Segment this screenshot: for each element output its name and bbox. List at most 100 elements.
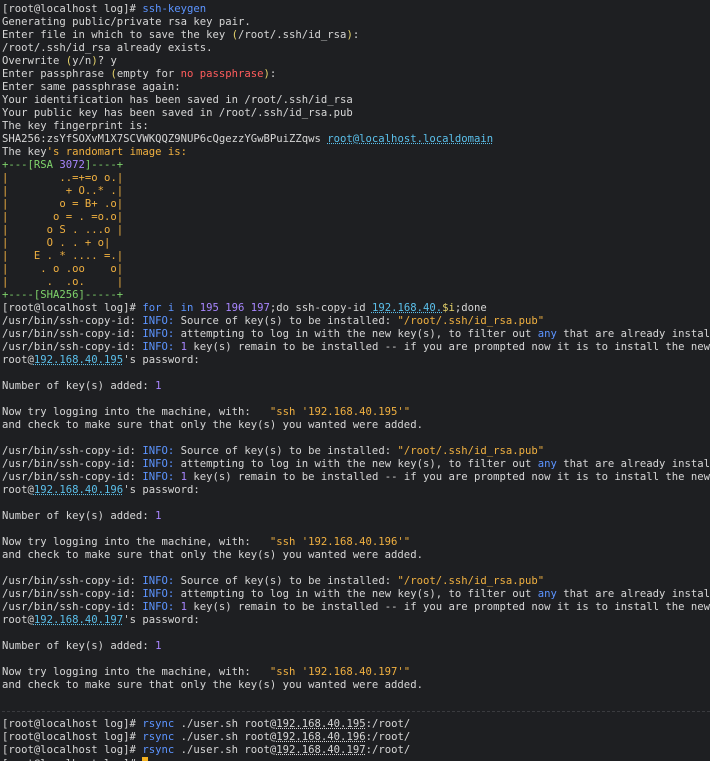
line-segment: that are already installed bbox=[563, 588, 710, 600]
line-segment: Now try logging into the machine, with: bbox=[2, 406, 270, 418]
terminal-line: and check to make sure that only the key… bbox=[2, 419, 710, 432]
line-segment: The key fingerprint is: bbox=[2, 120, 149, 132]
terminal-line: /usr/bin/ssh-copy-id: INFO: 1 key(s) rem… bbox=[2, 341, 710, 354]
line-segment: Your public key has been saved in /root/… bbox=[2, 107, 353, 119]
line-segment: "/root/.ssh/id_rsa.pub" bbox=[397, 575, 545, 587]
terminal-line: Your identification has been saved in /r… bbox=[2, 94, 710, 107]
terminal-line: The key's randomart image is: bbox=[2, 146, 710, 159]
terminal-line: Number of key(s) added: 1 bbox=[2, 640, 710, 653]
terminal-line: /usr/bin/ssh-copy-id: INFO: 1 key(s) rem… bbox=[2, 601, 710, 614]
line-segment: root@ bbox=[2, 484, 34, 496]
line-segment: 's password: bbox=[123, 354, 200, 366]
line-segment: ;do ssh-copy-id bbox=[269, 302, 372, 314]
line-segment: ssh-keygen bbox=[142, 3, 207, 15]
line-segment: ]----+ bbox=[84, 159, 124, 171]
line-segment: Source of key(s) to be installed: bbox=[174, 575, 398, 587]
line-segment: Number of key(s) added: bbox=[2, 640, 156, 652]
line-segment: rsync bbox=[142, 731, 175, 743]
separator bbox=[2, 705, 710, 718]
line-segment: 's randomart image is: bbox=[46, 146, 187, 158]
line-segment: any bbox=[537, 328, 557, 340]
line-segment: +----[SHA256]-----+ bbox=[2, 289, 124, 301]
line-segment: The key bbox=[2, 146, 47, 158]
terminal-line: [root@localhost log]# for i in 195 196 1… bbox=[2, 302, 710, 315]
line-segment: | o = . =o.o| bbox=[2, 211, 124, 223]
line-segment: INFO: bbox=[142, 601, 175, 613]
terminal-line: +---[RSA 3072]----+ bbox=[2, 159, 710, 172]
line-segment: /usr/bin/ssh-copy-id: bbox=[2, 601, 143, 613]
line-segment: /usr/bin/ssh-copy-id: bbox=[2, 341, 143, 353]
terminal-line: Generating public/private rsa key pair. bbox=[2, 16, 710, 29]
line-segment: "ssh '192.168.40.197'" bbox=[269, 666, 411, 678]
terminal-line: The key fingerprint is: bbox=[2, 120, 710, 133]
line-segment: attempting to log in with the new key(s)… bbox=[174, 458, 538, 470]
line-segment: /root/.ssh/id_rsa already exists. bbox=[2, 42, 213, 54]
terminal-line: | . o .oo o| bbox=[2, 263, 710, 276]
line-segment: [root@localhost log]# bbox=[2, 744, 143, 756]
terminal-line: Number of key(s) added: 1 bbox=[2, 510, 710, 523]
line-segment: and check to make sure that only the key… bbox=[2, 679, 423, 691]
terminal-line: | E . * .... =.| bbox=[2, 250, 710, 263]
line-segment: /usr/bin/ssh-copy-id: bbox=[2, 588, 143, 600]
terminal-line: /usr/bin/ssh-copy-id: INFO: 1 key(s) rem… bbox=[2, 471, 710, 484]
terminal-line: | o S . ...o | bbox=[2, 224, 710, 237]
line-segment: [root@localhost log]# bbox=[2, 302, 143, 314]
line-segment: ? y bbox=[97, 55, 117, 67]
line-segment: INFO: bbox=[142, 458, 175, 470]
line-segment: Overwrite bbox=[2, 55, 66, 67]
line-segment: rsync bbox=[142, 744, 175, 756]
terminal-line: /usr/bin/ssh-copy-id: INFO: Source of ke… bbox=[2, 315, 710, 328]
line-segment: SHA256:zsYfSOXvM1X7SCVWKQQZ9NUP6cQgezzYG… bbox=[2, 133, 328, 145]
line-segment: ./user.sh root@ bbox=[174, 731, 277, 743]
line-segment: attempting to log in with the new key(s)… bbox=[174, 588, 538, 600]
line-segment: Now try logging into the machine, with: bbox=[2, 666, 270, 678]
line-segment: INFO: bbox=[142, 575, 175, 587]
terminal-line: | ..=+=o o.| bbox=[2, 172, 710, 185]
line-segment: no passphrase bbox=[180, 68, 264, 80]
line-segment: for i in bbox=[142, 302, 200, 314]
line-segment: [root@localhost log]# bbox=[2, 731, 143, 743]
terminal-line: | o = B+ .o| bbox=[2, 198, 710, 211]
line-segment: root@ bbox=[2, 614, 34, 626]
line-segment: : bbox=[269, 68, 277, 80]
terminal-output[interactable]: [root@localhost log]# ssh-keygen Generati… bbox=[0, 0, 710, 761]
terminal-line: [root@localhost log]# bbox=[2, 757, 710, 761]
line-segment: Source of key(s) to be installed: bbox=[174, 445, 398, 457]
line-segment: | + O..* .| bbox=[2, 185, 124, 197]
line-segment: 192.168.40.196 bbox=[33, 484, 124, 496]
terminal-line: [root@localhost log]# ssh-keygen bbox=[2, 3, 710, 16]
terminal-line: /usr/bin/ssh-copy-id: INFO: Source of ke… bbox=[2, 575, 710, 588]
line-segment: y/n bbox=[72, 55, 92, 67]
terminal-line: root@192.168.40.195's password: bbox=[2, 354, 710, 367]
line-segment: INFO: bbox=[142, 315, 175, 327]
line-segment: INFO: bbox=[142, 588, 175, 600]
line-segment: $i bbox=[442, 302, 455, 314]
line-segment: /usr/bin/ssh-copy-id: bbox=[2, 458, 143, 470]
terminal-line: Number of key(s) added: 1 bbox=[2, 380, 710, 393]
terminal-line: | . .o. | bbox=[2, 276, 710, 289]
line-segment: rsync bbox=[142, 718, 175, 730]
terminal-line: Now try logging into the machine, with: … bbox=[2, 536, 710, 549]
line-segment: Your identification has been saved in /r… bbox=[2, 94, 353, 106]
terminal-line: root@192.168.40.196's password: bbox=[2, 484, 710, 497]
line-segment: ./user.sh root@ bbox=[174, 718, 277, 730]
terminal-line: root@192.168.40.197's password: bbox=[2, 614, 710, 627]
line-segment: root@ bbox=[2, 354, 34, 366]
line-segment: 1 bbox=[155, 380, 162, 392]
line-segment: key(s) remain to be installed -- if you … bbox=[187, 601, 710, 613]
terminal-line: [root@localhost log]# rsync ./user.sh ro… bbox=[2, 731, 710, 744]
terminal-line: | o = . =o.o| bbox=[2, 211, 710, 224]
line-segment: 1 bbox=[155, 510, 162, 522]
line-segment: /usr/bin/ssh-copy-id: bbox=[2, 445, 143, 457]
line-segment: empty for bbox=[116, 68, 181, 80]
terminal-line: | + O..* .| bbox=[2, 185, 710, 198]
terminal-line: Your public key has been saved in /root/… bbox=[2, 107, 710, 120]
line-segment: /usr/bin/ssh-copy-id: bbox=[2, 575, 143, 587]
cursor bbox=[142, 757, 149, 761]
line-segment: | o S . ...o | bbox=[2, 224, 124, 236]
line-segment: :/root/ bbox=[365, 744, 411, 756]
